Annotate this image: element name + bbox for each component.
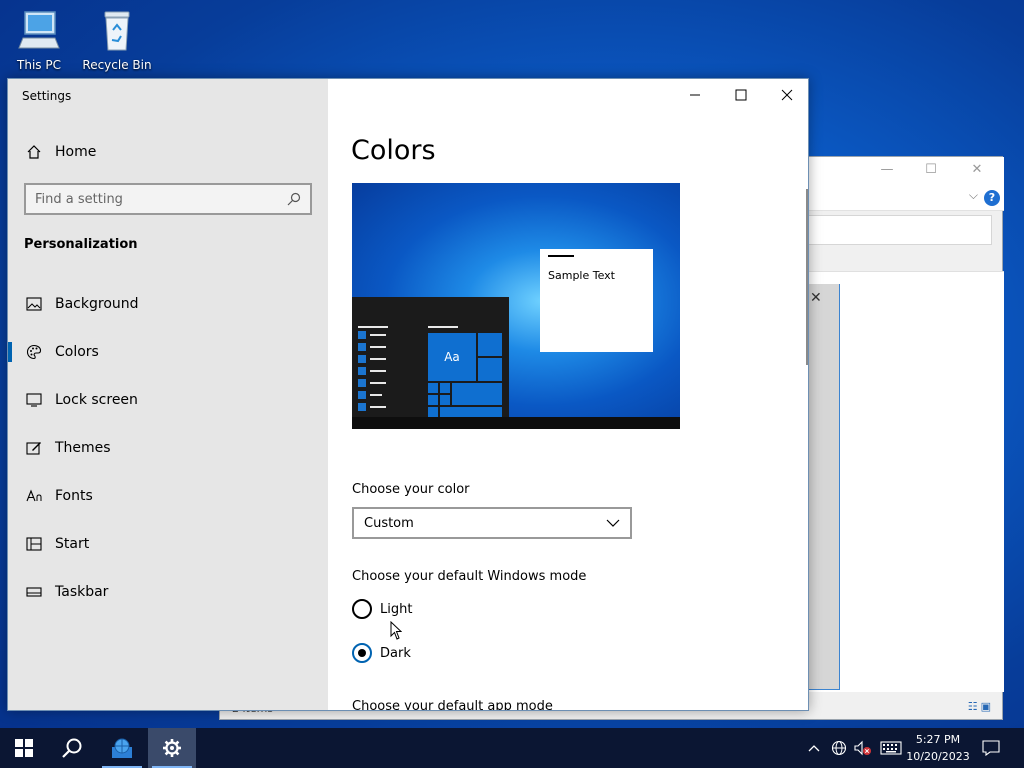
section-heading: Personalization [24, 237, 138, 252]
settings-window: Settings Home Personalization Background [7, 78, 809, 711]
preview-start-menu: Aa [352, 297, 509, 429]
sidebar-item-label: Start [55, 536, 90, 552]
fonts-icon [25, 487, 43, 505]
sidebar-item-label: Themes [55, 440, 111, 456]
dropdown-value: Custom [364, 515, 414, 531]
sidebar-item-home[interactable]: Home [8, 132, 328, 172]
color-preview: Sample Text Aa [352, 183, 680, 429]
minimize-icon [690, 94, 700, 96]
radio-button[interactable] [352, 643, 372, 663]
background-window-ribbon: ⌵ ? [808, 185, 1004, 211]
sidebar-item-label: Background [55, 296, 139, 312]
maximize-icon [735, 89, 747, 101]
sidebar-item-label: Taskbar [55, 584, 109, 600]
help-icon[interactable]: ? [984, 190, 1000, 206]
windows-mode-label: Choose your default Windows mode [352, 569, 587, 584]
background-window-titlebar: — ☐ ✕ [808, 157, 1004, 185]
preview-sample-text: Sample Text [548, 269, 615, 282]
search-input[interactable] [35, 191, 286, 207]
taskbar-clock[interactable]: 5:27 PM 10/20/2023 [906, 731, 970, 765]
taskbar-app-explorer[interactable] [98, 728, 146, 768]
mouse-cursor-icon [390, 621, 402, 640]
taskbar: 5:27 PM 10/20/2023 [0, 728, 1024, 768]
radio-dark[interactable]: Dark [352, 643, 411, 663]
sidebar-item-fonts[interactable]: Fonts [8, 476, 328, 516]
keyboard-icon[interactable] [878, 728, 904, 768]
preview-tile-text: Aa [444, 350, 460, 364]
radio-button[interactable] [352, 599, 372, 619]
app-title: Settings [22, 89, 72, 103]
close-icon [781, 89, 793, 101]
network-icon[interactable] [828, 728, 850, 768]
sidebar-item-background[interactable]: Background [8, 284, 328, 324]
recycle-bin-icon [95, 8, 139, 52]
desktop-icon-recycle-bin[interactable]: Recycle Bin [82, 8, 152, 72]
sidebar-item-label: Lock screen [55, 392, 138, 408]
close-icon[interactable]: ✕ [970, 163, 984, 177]
action-center-icon[interactable] [978, 728, 1004, 768]
start-button[interactable] [0, 728, 48, 768]
radio-label: Light [380, 601, 413, 617]
sidebar-item-label: Home [55, 144, 97, 160]
taskbar-app-settings[interactable] [148, 728, 196, 768]
view-mode-icons[interactable]: ☷▣ [968, 700, 994, 713]
color-mode-dropdown[interactable]: Custom [352, 507, 632, 539]
windows-logo-icon [15, 739, 33, 757]
sidebar-item-themes[interactable]: Themes [8, 428, 328, 468]
sidebar-item-colors[interactable]: Colors [8, 332, 328, 372]
preview-taskbar [352, 417, 680, 429]
minimize-button[interactable] [672, 79, 718, 111]
start-icon [25, 535, 43, 553]
minimize-icon[interactable]: — [880, 163, 894, 177]
clock-time: 5:27 PM [915, 733, 961, 746]
sidebar-item-taskbar[interactable]: Taskbar [8, 572, 328, 612]
search-box[interactable] [24, 183, 312, 215]
themes-icon [25, 439, 43, 457]
sidebar-item-start[interactable]: Start [8, 524, 328, 564]
gear-icon [163, 739, 181, 757]
search-button[interactable] [48, 728, 96, 768]
desktop-icon-this-pc[interactable]: This PC [4, 8, 74, 72]
sidebar-item-lock-screen[interactable]: Lock screen [8, 380, 328, 420]
clock-date: 10/20/2023 [906, 750, 970, 763]
sidebar-item-label: Fonts [55, 488, 93, 504]
palette-icon [25, 343, 43, 361]
background-window-search-box[interactable] [808, 215, 992, 245]
picture-icon [25, 295, 43, 313]
settings-content: Colors Sample Text Aa Choose your color … [328, 79, 808, 711]
choose-color-label: Choose your color [352, 482, 470, 497]
app-mode-label: Choose your default app mode [352, 699, 553, 711]
background-dialog: ✕ [808, 284, 840, 690]
chevron-down-icon [606, 519, 620, 527]
search-icon [62, 738, 82, 758]
settings-sidebar: Settings Home Personalization Background [8, 79, 328, 710]
scrollbar[interactable] [806, 189, 808, 365]
window-controls [672, 79, 808, 111]
chevron-down-icon[interactable]: ⌵ [969, 188, 978, 203]
close-icon[interactable]: ✕ [810, 290, 822, 306]
volume-muted-icon[interactable] [852, 728, 874, 768]
taskbar-icon [25, 583, 43, 601]
sidebar-item-label: Colors [55, 344, 99, 360]
radio-light[interactable]: Light [352, 599, 412, 619]
network-globe-icon [112, 738, 132, 758]
lock-screen-icon [25, 391, 43, 409]
radio-label: Dark [380, 645, 411, 661]
desktop-icon-label: Recycle Bin [82, 58, 152, 72]
maximize-icon[interactable]: ☐ [924, 163, 938, 177]
tray-overflow-chevron-icon[interactable] [804, 728, 824, 768]
computer-icon [17, 8, 61, 52]
maximize-button[interactable] [718, 79, 764, 111]
close-button[interactable] [764, 79, 808, 111]
search-icon[interactable] [286, 191, 302, 207]
desktop-icon-label: This PC [17, 58, 61, 72]
page-title: Colors [351, 135, 436, 166]
home-icon [25, 143, 43, 161]
preview-window-card: Sample Text [540, 249, 653, 352]
